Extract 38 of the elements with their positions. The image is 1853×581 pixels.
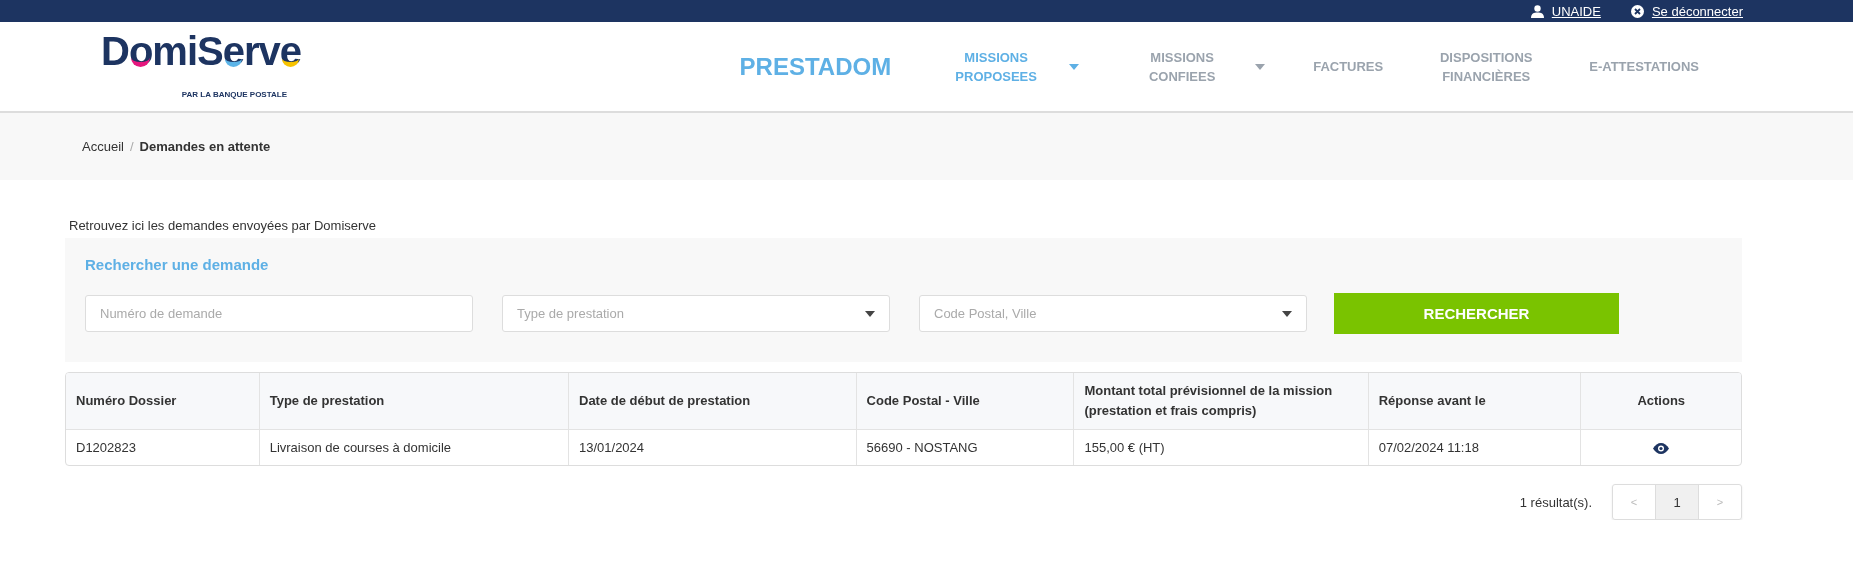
logout-link[interactable]: Se déconnecter <box>1651 3 1743 19</box>
column-header: Type de prestation <box>259 373 569 430</box>
table-cell: Livraison de courses à domicile <box>259 430 569 465</box>
view-icon[interactable] <box>1653 443 1670 455</box>
intro-text: Retrouvez ici les demandes envoyées par Domiserve <box>69 218 378 233</box>
select-field[interactable]: Type de prestation <box>502 295 890 332</box>
app-title: PRESTADOM <box>739 52 892 81</box>
nav-tab[interactable]: E-ATTESTATIONS <box>1565 57 1723 76</box>
column-header: Code Postal - Ville <box>856 373 1075 430</box>
column-header: Date de début de prestation <box>569 373 857 430</box>
select-field[interactable]: Code Postal, Ville <box>919 295 1307 332</box>
column-header: Montant total prévisionnel de la mission (prestation et frais compris) <box>1074 373 1369 430</box>
column-header: Réponse avant le <box>1368 373 1582 430</box>
column-header: Actions <box>1581 373 1741 430</box>
breadcrumb-separator: / <box>129 139 134 154</box>
table-cell: 13/01/2024 <box>569 430 857 465</box>
column-header: Numéro Dossier <box>66 373 260 430</box>
nav-tab[interactable]: DISPOSITIONS FINANCIÈRES <box>1407 47 1566 86</box>
caret-icon <box>865 310 875 317</box>
table-cell: D1202823 <box>66 430 260 465</box>
result-count: 1 résultat(s). <box>1519 494 1592 510</box>
nav-tab[interactable]: MISSIONS PROPOSEES <box>917 47 1104 86</box>
breadcrumb-current: Demandes en attente <box>139 139 271 154</box>
close-icon <box>1630 4 1644 18</box>
nav-tab[interactable]: MISSIONS CONFIEES <box>1103 47 1290 86</box>
input-field[interactable]: Numéro de demande <box>85 295 473 332</box>
table-cell: 07/02/2024 11:18 <box>1368 430 1582 465</box>
nav-tab[interactable]: FACTURES <box>1289 57 1408 76</box>
table-cell: 56690 - NOSTANG <box>856 430 1075 465</box>
next-page-button[interactable]: > <box>1699 485 1741 519</box>
table-cell: 155,00 € (HT) <box>1074 430 1369 465</box>
user-icon <box>1530 4 1544 18</box>
page-button[interactable]: 1 <box>1656 485 1699 519</box>
search-title: Rechercher une demande <box>85 256 270 273</box>
caret-icon <box>1282 310 1292 317</box>
search-button[interactable]: RECHERCHER <box>1334 293 1619 334</box>
user-link[interactable]: UNAIDE <box>1551 3 1601 19</box>
breadcrumb-link[interactable]: Accueil <box>82 139 124 154</box>
